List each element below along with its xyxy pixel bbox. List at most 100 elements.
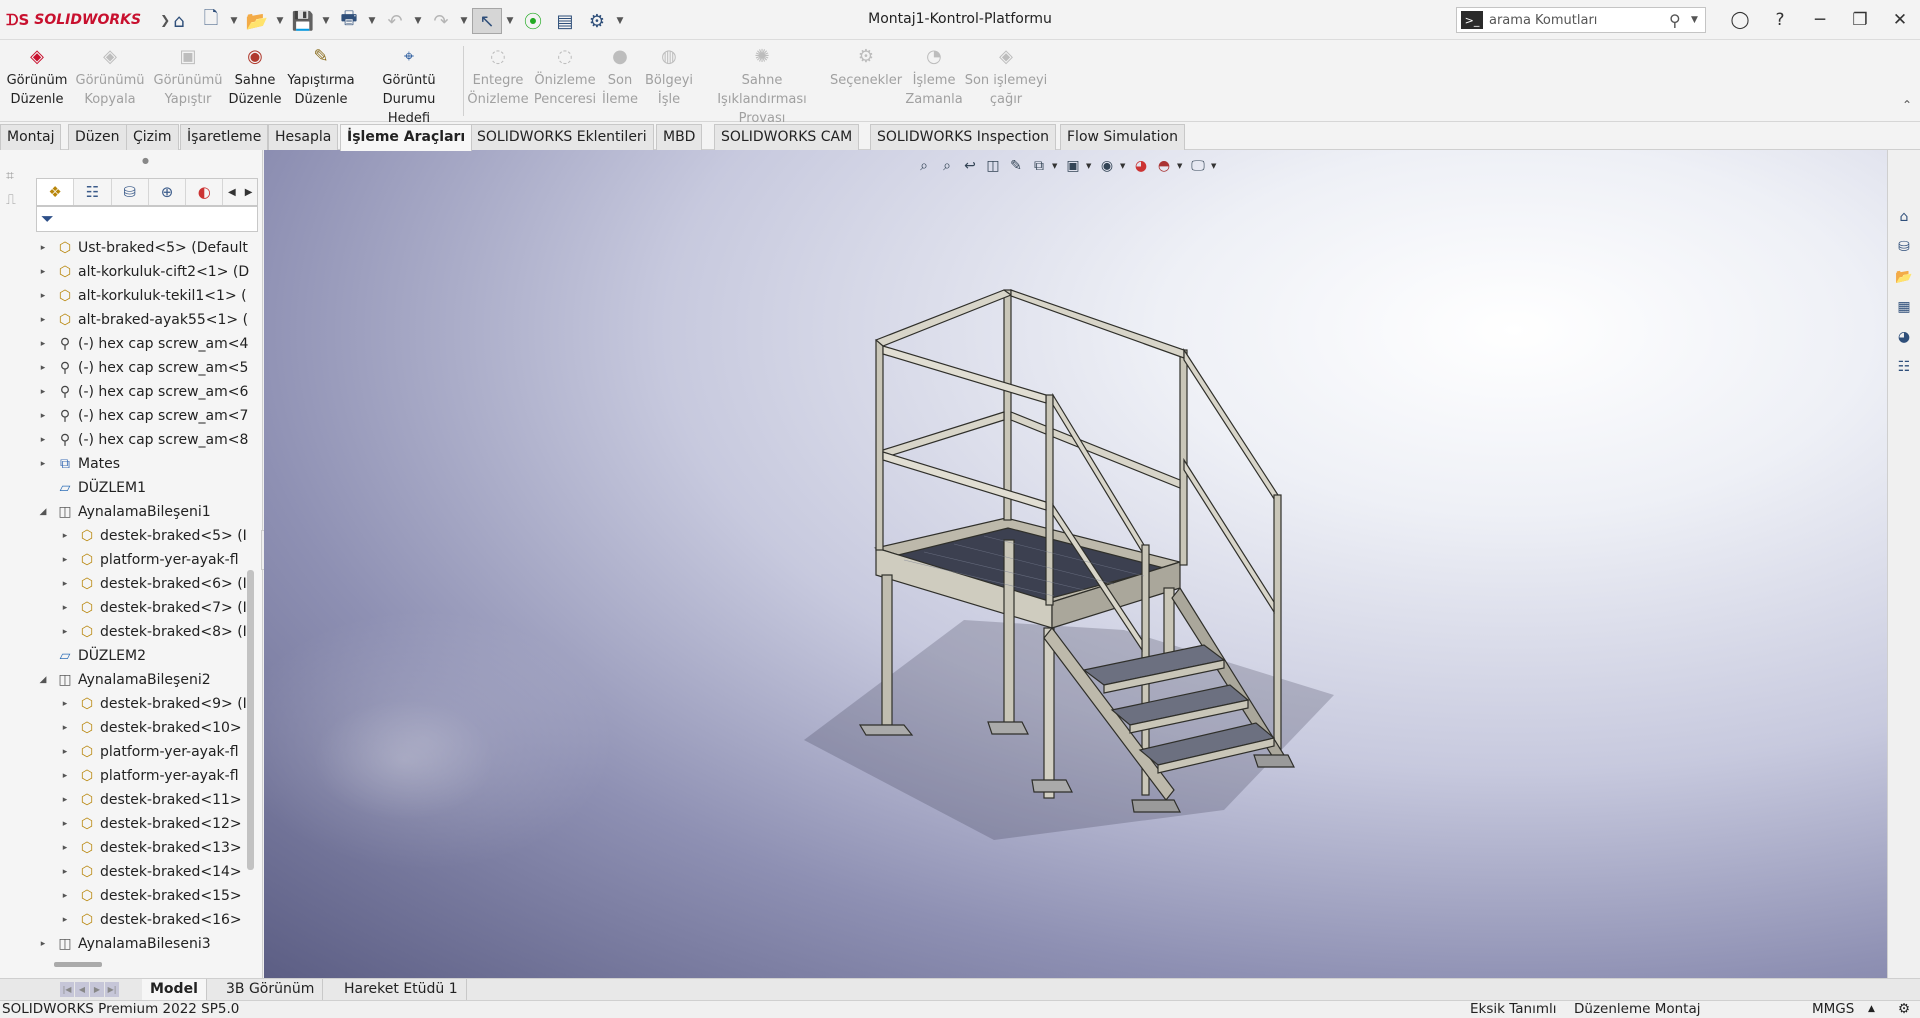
tree-item[interactable]: ▸ ⚲ (-) hex cap screw_am<4	[36, 332, 249, 356]
chevron-up-icon[interactable]: ▲	[1868, 1001, 1875, 1018]
configuration-manager-tab-icon[interactable]: ⛁	[112, 179, 149, 205]
copy-view-button[interactable]: ◈ Görünümü Kopyala	[74, 45, 146, 109]
tree-item[interactable]: ▸ ⬡ destek-braked<12>	[58, 812, 242, 836]
tree-item[interactable]: ▸ ⬡ destek-braked<7> (I	[58, 596, 247, 620]
tree-item[interactable]: ▸ ⚲ (-) hex cap screw_am<6	[36, 380, 249, 404]
chevron-down-icon[interactable]: ▼	[412, 16, 424, 26]
next-tab-icon[interactable]: ▶	[90, 982, 104, 997]
custom-properties-icon[interactable]: ☷	[1892, 355, 1916, 379]
view-palette-icon[interactable]: ▦	[1892, 295, 1916, 319]
unit-system[interactable]: MMGS	[1812, 1001, 1854, 1018]
tabs-scroll-left-icon[interactable]: ◀	[223, 179, 240, 205]
rebuild-status-icon[interactable]: ⚙	[1898, 1001, 1910, 1018]
recall-last-render-button[interactable]: ◈ Son işlemeyi çağır	[964, 45, 1048, 109]
tree-vertical-scrollbar[interactable]	[247, 570, 254, 870]
expand-closed-icon[interactable]: ▸	[58, 771, 72, 781]
chevron-down-icon[interactable]: ▼	[274, 16, 286, 26]
chevron-down-icon[interactable]: ▼	[366, 16, 378, 26]
expand-closed-icon[interactable]: ▸	[58, 603, 72, 613]
expand-closed-icon[interactable]: ▸	[58, 819, 72, 829]
solidworks-resources-icon[interactable]: ⌂	[1892, 205, 1916, 229]
tree-item[interactable]: ◢ ◫ AynalamaBileşeni1	[36, 500, 211, 524]
user-account-icon[interactable]: ◯	[1720, 0, 1760, 40]
tab-solidworks-eklentileri[interactable]: SOLIDWORKS Eklentileri	[470, 124, 654, 150]
scene-lighting-proof-button[interactable]: ✺ Sahne Işıklandırması Provası	[698, 45, 826, 128]
solidworks-logo[interactable]: ᗪS SOLIDWORKS ❯	[6, 9, 170, 31]
tree-item[interactable]: ▸ ⬡ destek-braked<11>	[58, 788, 242, 812]
graphics-area[interactable]: ⌕ ⌕ ↩ ◫ ✎ ⧉ ▼ ▣ ▼ ◉ ▼ ◕ ◓ ▼ 🖵 ▼	[264, 150, 1887, 978]
open-folder-icon[interactable]: 📂	[242, 8, 272, 34]
tree-item[interactable]: ▸ ⧉ Mates	[36, 452, 120, 476]
expand-closed-icon[interactable]: ▸	[58, 915, 72, 925]
paste-view-button[interactable]: ▣ Görünümü Yapıştır	[150, 45, 226, 109]
expand-closed-icon[interactable]: ▸	[58, 579, 72, 589]
expand-closed-icon[interactable]: ▸	[58, 699, 72, 709]
tree-item[interactable]: ◢ ◫ AynalamaBileşeni2	[36, 668, 211, 692]
tree-item[interactable]: ▸ ⚲ (-) hex cap screw_am<7	[36, 404, 249, 428]
tab-solidworks-inspection[interactable]: SOLIDWORKS Inspection	[870, 124, 1057, 150]
expand-closed-icon[interactable]: ▸	[58, 555, 72, 565]
decal-edit-button[interactable]: ✎ Yapıştırma Düzenle	[284, 45, 358, 109]
appearances-icon[interactable]: ◕	[1892, 325, 1916, 349]
tree-item[interactable]: ▸ ⬡ destek-braked<9> (I	[58, 692, 247, 716]
tree-item[interactable]: ▸ ⬡ platform-yer-ayak-fl	[58, 764, 239, 788]
chevron-down-icon[interactable]: ▼	[320, 16, 332, 26]
expand-closed-icon[interactable]: ▸	[58, 531, 72, 541]
tab-solidworks-cam[interactable]: SOLIDWORKS CAM	[714, 124, 860, 150]
tabs-scroll-right-icon[interactable]: ▶	[240, 179, 257, 205]
tab-isaretleme[interactable]: İşaretleme	[180, 124, 269, 150]
tab-isleme-araclari[interactable]: İşleme Araçları	[340, 124, 473, 151]
tree-item[interactable]: ▸ ⬡ Ust-braked<5> (Default	[36, 236, 248, 260]
chevron-down-icon[interactable]: ▼	[504, 16, 516, 26]
tree-item[interactable]: ▸ ⬡ destek-braked<8> (I	[58, 620, 247, 644]
view-edit-button[interactable]: ◈ Görünüm Düzenle	[4, 45, 70, 109]
expand-closed-icon[interactable]: ▸	[36, 435, 50, 445]
expand-closed-icon[interactable]: ▸	[58, 723, 72, 733]
expand-closed-icon[interactable]: ▸	[36, 387, 50, 397]
tab-flow-simulation[interactable]: Flow Simulation	[1060, 124, 1185, 150]
close-icon[interactable]: ✕	[1880, 0, 1920, 40]
expand-open-icon[interactable]: ◢	[36, 675, 50, 685]
search-input[interactable]: arama Komutları	[1489, 13, 1669, 28]
tree-item[interactable]: ▸ ⬡ destek-braked<5> (I	[58, 524, 247, 548]
search-icon[interactable]: ⚲	[1669, 11, 1691, 30]
expand-open-icon[interactable]: ◢	[36, 507, 50, 517]
expand-closed-icon[interactable]: ▸	[58, 747, 72, 757]
file-properties-icon[interactable]: ▤	[550, 8, 580, 34]
expand-closed-icon[interactable]: ▸	[36, 339, 50, 349]
tree-item[interactable]: ▸ ⬡ destek-braked<10>	[58, 716, 242, 740]
tree-item[interactable]: ▸ ⚲ (-) hex cap screw_am<8	[36, 428, 249, 452]
collapse-ribbon-icon[interactable]: ⌃	[1902, 98, 1912, 112]
chevron-down-icon[interactable]: ▼	[458, 16, 470, 26]
feature-manager-tab-icon[interactable]: ❖	[37, 179, 75, 205]
home-icon[interactable]: ⌂	[164, 8, 194, 34]
last-tab-icon[interactable]: ▶|	[105, 982, 119, 997]
expand-closed-icon[interactable]: ▸	[58, 867, 72, 877]
expand-closed-icon[interactable]: ▸	[58, 795, 72, 805]
expand-closed-icon[interactable]: ▸	[36, 411, 50, 421]
tree-item[interactable]: ▸ ⬡ destek-braked<15>	[58, 884, 242, 908]
tree-item[interactable]: ▸ ⬡ destek-braked<6> (I	[58, 572, 247, 596]
prev-tab-icon[interactable]: ◀	[75, 982, 89, 997]
panel-gripper-icon[interactable]: ●	[142, 156, 149, 165]
gear-icon[interactable]: ⚙	[582, 8, 612, 34]
tree-filter[interactable]: ⏷	[36, 206, 258, 232]
tab-motion-study[interactable]: Hareket Etüdü 1	[336, 979, 467, 1000]
tree-item[interactable]: ▸ ⬡ destek-braked<13>	[58, 836, 242, 860]
options-button[interactable]: ⚙ Seçenekler	[828, 45, 904, 90]
tree-horizontal-scrollbar[interactable]	[54, 962, 102, 967]
display-manager-tab-icon[interactable]: ◐	[186, 179, 224, 205]
tree-item[interactable]: ▸ ⬡ platform-yer-ayak-fl	[58, 548, 239, 572]
tree-item[interactable]: ▸ ⬡ destek-braked<16>	[58, 908, 242, 932]
tab-mbd[interactable]: MBD	[656, 124, 703, 150]
print-icon[interactable]: 🖶	[334, 8, 364, 34]
expand-closed-icon[interactable]: ▸	[36, 459, 50, 469]
tree-item[interactable]: ▸ ⬡ destek-braked<14>	[58, 860, 242, 884]
tree-item[interactable]: ▸ ⬡ alt-korkuluk-cift2<1> (D	[36, 260, 249, 284]
file-explorer-icon[interactable]: 📂	[1892, 265, 1916, 289]
search-commands-box[interactable]: >_ arama Komutları ⚲ ▼	[1456, 7, 1706, 33]
chevron-down-icon[interactable]: ▼	[1691, 15, 1705, 25]
render-region-button[interactable]: ◍ Bölgeyi İşle	[642, 45, 696, 109]
expand-closed-icon[interactable]: ▸	[36, 315, 50, 325]
final-render-button[interactable]: ● Son İleme	[600, 45, 640, 109]
